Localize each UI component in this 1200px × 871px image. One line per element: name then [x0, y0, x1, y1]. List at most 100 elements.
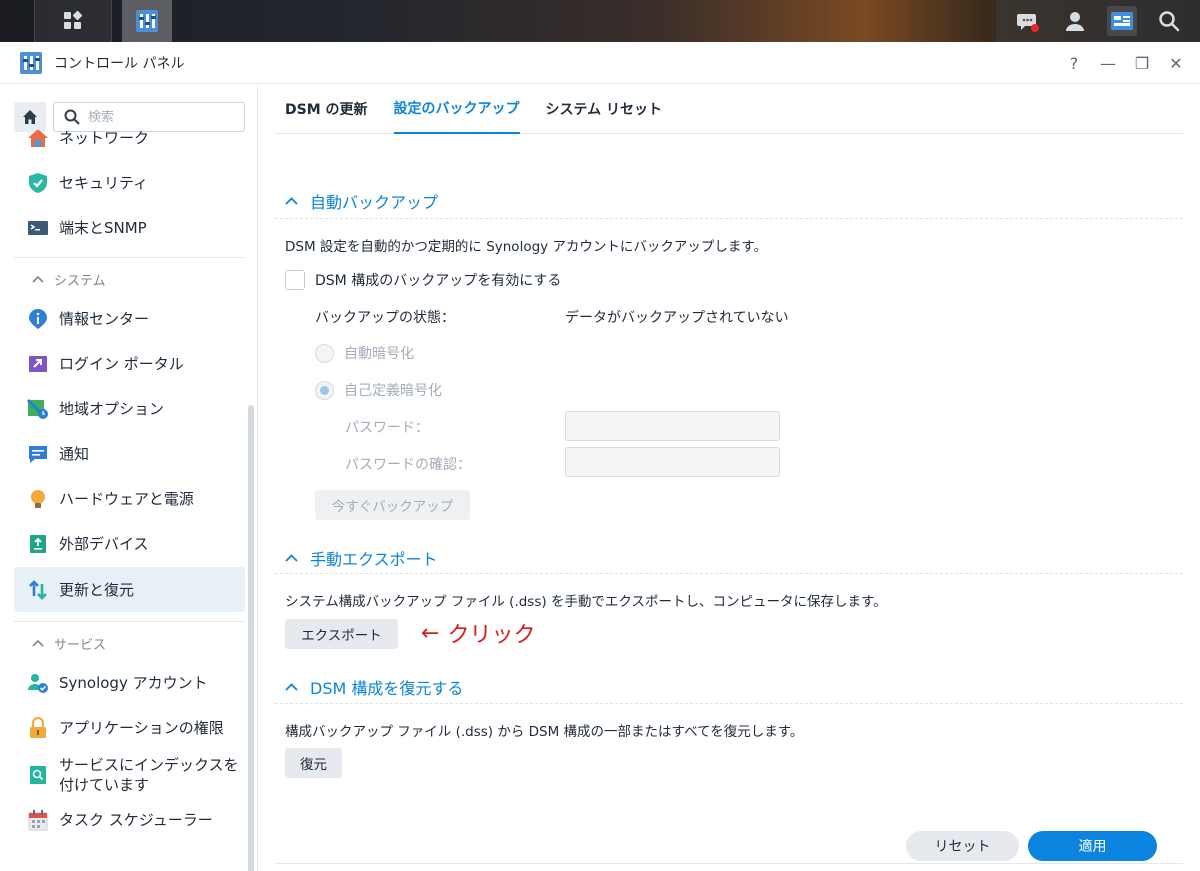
label-line: サービスにインデックスを [59, 756, 239, 774]
section-title: 手動エクスポート [310, 550, 438, 569]
sidebar-item-hardware-power[interactable]: ハードウェアと電源 [14, 476, 245, 521]
sidebar-item-label: ログイン ポータル [59, 354, 184, 373]
password-field[interactable] [565, 411, 780, 441]
window-controls: ? — ❐ ✕ [1064, 42, 1186, 84]
custom-encrypt-option[interactable]: 自己定義暗号化 [315, 380, 442, 400]
label-line: 付けています [59, 776, 150, 794]
chevron-up-icon [285, 197, 298, 205]
sidebar-item-login-portal[interactable]: ログイン ポータル [14, 341, 245, 386]
auto-encrypt-radio[interactable] [315, 343, 334, 363]
control-panel-icon [20, 51, 42, 74]
control-panel-taskbar-button[interactable] [122, 0, 172, 42]
window-titlebar[interactable]: コントロール パネル ? — ❐ ✕ [0, 42, 1200, 84]
sidebar-item-label: アプリケーションの権限 [59, 718, 224, 737]
sidebar-item-label: 端末とSNMP [59, 218, 147, 237]
reset-button[interactable]: リセット [906, 831, 1019, 861]
network-icon [27, 130, 49, 149]
sidebar-item-terminal-snmp[interactable]: 端末とSNMP [14, 205, 245, 250]
custom-encrypt-radio[interactable] [315, 380, 334, 400]
regional-options-icon [27, 398, 49, 420]
sidebar-item-app-permissions[interactable]: アプリケーションの権限 [14, 705, 245, 750]
sidebar-item-label: 外部デバイス [59, 534, 149, 553]
sidebar-item-network[interactable]: ネットワーク [14, 130, 245, 160]
minimize-button[interactable]: — [1098, 53, 1118, 73]
manual-export-header[interactable]: 手動エクスポート [285, 546, 438, 570]
taskbar-tray [996, 0, 1200, 42]
control-panel-icon [136, 10, 158, 32]
grid-icon [64, 10, 83, 29]
sidebar-item-label: 情報センター [59, 309, 150, 328]
section-divider [275, 573, 1183, 574]
apply-button[interactable]: 適用 [1028, 831, 1157, 861]
section-label: サービス [54, 637, 107, 653]
sidebar-item-label: 通知 [59, 444, 90, 463]
tab-dsm-update[interactable]: DSM の更新 [285, 85, 368, 134]
main-menu-button[interactable] [34, 0, 112, 42]
sidebar-top [14, 102, 245, 132]
sidebar-list: ネットワーク セキュリティ 端末とSNMP システム 情報センター ログイン ポ… [0, 130, 258, 871]
tab-config-backup[interactable]: 設定のバックアップ [393, 85, 520, 134]
user-button[interactable] [1060, 6, 1090, 36]
info-icon [27, 308, 49, 330]
enable-backup-checkbox[interactable] [285, 270, 305, 290]
update-restore-icon [27, 579, 49, 601]
sidebar-search[interactable] [53, 102, 245, 132]
auto-encrypt-option[interactable]: 自動暗号化 [315, 343, 414, 363]
sidebar-item-notification[interactable]: 通知 [14, 431, 245, 476]
sidebar-item-indexing-service[interactable]: サービスにインデックスを 付けています [14, 750, 245, 800]
manual-export-description: システム構成バックアップ ファイル (.dss) を手動でエクスポートし、コンピ… [285, 594, 887, 610]
notification-icon [27, 443, 49, 465]
synology-account-icon [27, 672, 49, 694]
close-button[interactable]: ✕ [1166, 53, 1186, 73]
restore-button[interactable]: 復元 [285, 748, 342, 778]
chevron-up-icon [32, 275, 44, 283]
chat-icon [1016, 14, 1039, 32]
sidebar-item-task-scheduler[interactable]: タスク スケジューラー [14, 797, 245, 842]
sidebar-divider [14, 257, 245, 258]
control-panel-window: コントロール パネル ? — ❐ ✕ 検索 ネットワーク セキュリティ 端末とS… [0, 42, 1200, 871]
section-label: システム [54, 273, 106, 289]
sidebar-scrollbar[interactable] [248, 405, 254, 871]
backup-status-label: バックアップの状態： [315, 310, 455, 326]
search-button[interactable] [1154, 6, 1184, 36]
notifications-button[interactable] [1013, 6, 1043, 36]
chevron-up-icon [32, 639, 44, 647]
sidebar-item-label: ハードウェアと電源 [59, 489, 194, 508]
sidebar-item-regional-options[interactable]: 地域オプション [14, 386, 245, 431]
sidebar-item-synology-account[interactable]: Synology アカウント [14, 660, 245, 705]
restore-button[interactable]: ❐ [1132, 53, 1152, 73]
auto-backup-header[interactable]: 自動バックアップ [285, 189, 438, 213]
widgets-icon [1110, 12, 1133, 30]
annotation-arrow: ← [421, 620, 440, 646]
restore-header[interactable]: DSM 構成を復元する [285, 675, 463, 699]
sidebar-item-label: サービスにインデックスを 付けています [59, 755, 239, 795]
sidebar-item-info-center[interactable]: 情報センター [14, 296, 245, 341]
annotation-text: クリック [447, 623, 536, 648]
sidebar-divider [14, 621, 245, 622]
chevron-up-icon [285, 683, 298, 691]
enable-backup-label: DSM 構成のバックアップを有効にする [315, 273, 562, 289]
restore-description: 構成バックアップ ファイル (.dss) から DSM 構成の一部またはすべてを… [285, 724, 804, 740]
auto-encrypt-label: 自動暗号化 [344, 346, 414, 362]
sidebar-item-label: ネットワーク [59, 130, 150, 147]
custom-encrypt-label: 自己定義暗号化 [344, 383, 442, 399]
export-button[interactable]: エクスポート [285, 619, 398, 649]
sidebar-item-update-restore[interactable]: 更新と復元 [14, 567, 245, 612]
section-divider [275, 703, 1183, 704]
help-button[interactable]: ? [1064, 53, 1084, 73]
enable-backup-row[interactable]: DSM 構成のバックアップを有効にする [285, 270, 561, 290]
calendar-icon [27, 809, 49, 831]
sidebar-section-system[interactable]: システム [14, 261, 245, 297]
sidebar-item-security[interactable]: セキュリティ [14, 160, 245, 205]
search-input[interactable] [88, 109, 228, 125]
backup-now-button[interactable]: 今すぐバックアップ [315, 490, 470, 520]
sidebar-item-external-devices[interactable]: 外部デバイス [14, 521, 245, 566]
widgets-button[interactable] [1106, 6, 1137, 36]
taskbar [0, 0, 1200, 42]
sidebar-section-services[interactable]: サービス [14, 625, 245, 661]
user-icon [1065, 12, 1084, 31]
home-button[interactable] [14, 102, 46, 132]
password-confirm-field[interactable] [565, 447, 780, 477]
tab-system-reset[interactable]: システム リセット [546, 85, 662, 134]
sidebar-item-label: 更新と復元 [59, 580, 135, 599]
